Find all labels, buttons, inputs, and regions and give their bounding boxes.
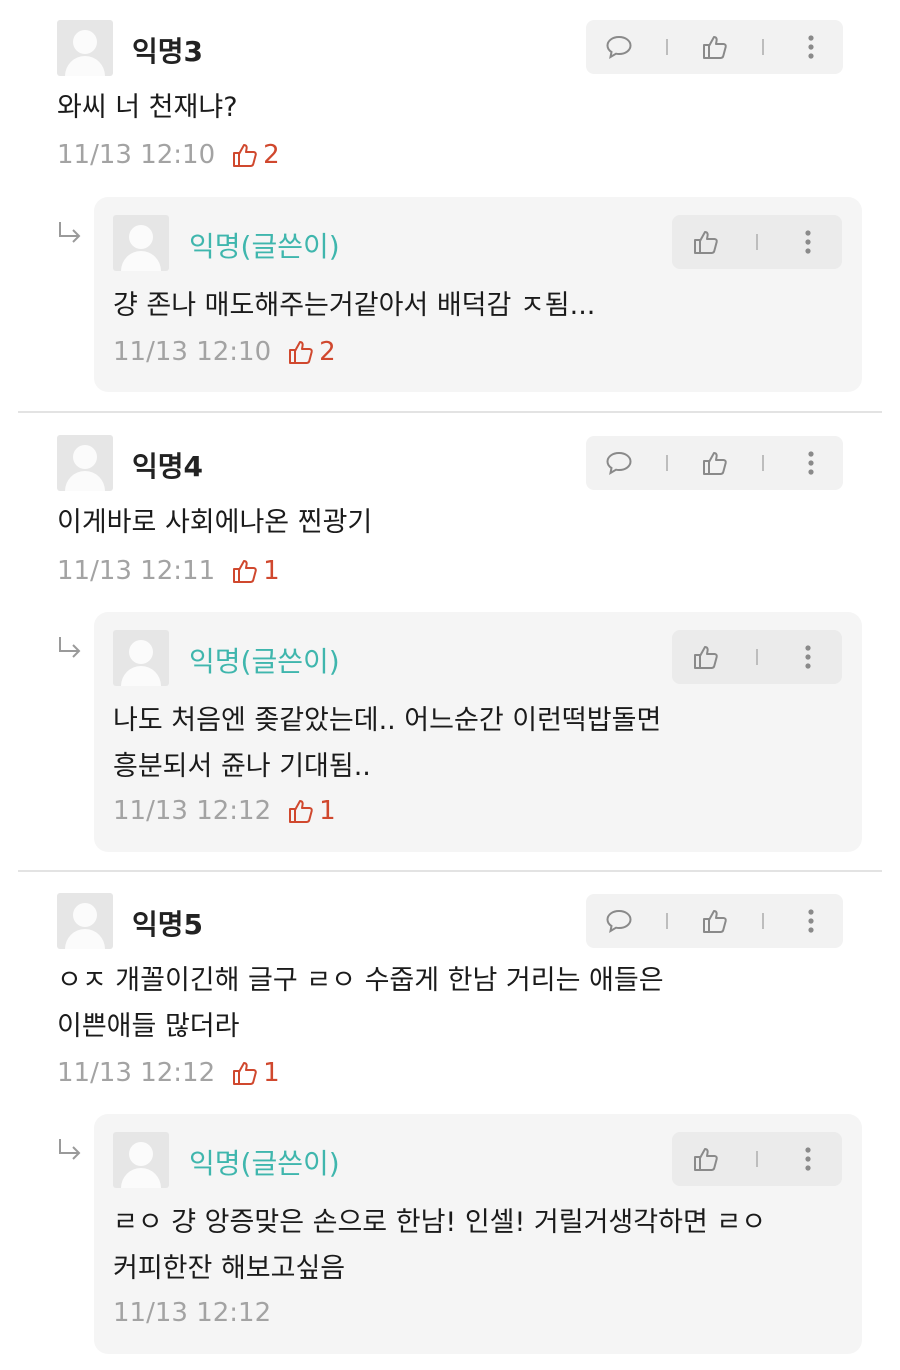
thumbs-up-icon[interactable] [697,445,733,481]
divider [761,913,764,929]
reply-text: 나도 처음엔 좆같았는데.. 어느순간 이런떡밥돌면 흥분되서 쥰나 기대됨.. [113,705,662,782]
avatar[interactable] [113,1132,169,1188]
comment-text: 이게바로 사회에나온 찐광기 [57,507,373,538]
vertical-dots-icon[interactable] [793,29,829,65]
thumbs-up-icon[interactable] [688,639,724,675]
thumbs-up-icon [233,144,257,167]
like-count: 1 [287,796,336,826]
reply-actions [672,1132,842,1186]
reply-author[interactable]: 익명(글쓴이) [189,640,340,680]
like-number: 1 [319,796,336,826]
reply-arrow-icon [59,637,81,658]
reply-text: ㄹㅇ 걍 앙증맞은 손으로 한남! 인셀! 거릴거생각하면 ㄹㅇ 커피한잔 해보… [113,1207,767,1284]
like-number: 2 [319,337,336,367]
vertical-dots-icon[interactable] [793,445,829,481]
like-count: 2 [287,337,336,367]
divider [761,39,764,55]
divider [756,1151,758,1167]
vertical-dots-icon[interactable] [793,903,829,939]
reply-text: 걍 존나 매도해주는거같아서 배덕감 ㅈ됨... [113,290,596,321]
vertical-dots-icon[interactable] [790,639,826,675]
thread-divider [18,411,882,413]
comment-meta: 11/13 12:10 2 [57,140,280,170]
reply-arrow-icon [59,222,81,243]
reply-actions [672,215,842,269]
reply-box: 익명(글쓴이) ㄹㅇ 걍 앙증맞은 손으로 한남! 인셀! 거릴거생각하면 ㄹㅇ… [94,1114,862,1354]
divider [756,649,758,665]
avatar[interactable] [57,435,113,491]
like-count: 2 [231,140,280,170]
reply-arrow-icon [59,1139,81,1160]
reply-actions [672,630,842,684]
comment-meta: 11/13 12:12 1 [57,1058,280,1088]
comment-actions [586,436,843,490]
divider [756,234,758,250]
reply-time: 11/13 12:12 [113,1298,272,1328]
reply-box: 익명(글쓴이) 나도 처음엔 좆같았는데.. 어느순간 이런떡밥돌면 흥분되서 … [94,612,862,852]
thumbs-up-icon [289,341,313,364]
comment-author[interactable]: 익명3 [132,30,203,70]
thumbs-up-icon[interactable] [697,903,733,939]
like-number: 2 [263,140,280,170]
thumbs-up-icon[interactable] [688,1141,724,1177]
comment-author[interactable]: 익명5 [132,903,203,943]
like-number: 1 [263,556,280,586]
like-count: 1 [231,556,280,586]
comment-time: 11/13 12:11 [57,556,216,586]
comment-meta: 11/13 12:11 1 [57,556,280,586]
reply-meta: 11/13 12:12 [113,1298,271,1328]
comment-time: 11/13 12:10 [57,140,216,170]
divider [761,455,764,471]
thread-divider [18,870,882,872]
reply-box: 익명(글쓴이) 걍 존나 매도해주는거같아서 배덕감 ㅈ됨... 11/13 1… [94,197,862,392]
reply-author[interactable]: 익명(글쓴이) [189,225,340,265]
reply-comment-icon[interactable] [601,445,637,481]
reply-author[interactable]: 익명(글쓴이) [189,1142,340,1182]
divider [665,39,668,55]
comment-author[interactable]: 익명4 [132,445,203,485]
thumbs-up-icon [233,1062,257,1085]
avatar[interactable] [57,893,113,949]
thumbs-up-icon [233,560,257,583]
thumbs-up-icon [289,800,313,823]
like-count: 1 [231,1058,280,1088]
vertical-dots-icon[interactable] [790,1141,826,1177]
vertical-dots-icon[interactable] [790,224,826,260]
like-number: 1 [263,1058,280,1088]
thumbs-up-icon[interactable] [697,29,733,65]
reply-comment-icon[interactable] [601,903,637,939]
comment-text: ㅇㅈ 개꼴이긴해 글구 ㄹㅇ 수줍게 한남 거리는 애들은 이쁜애들 많더라 [57,965,664,1042]
divider [665,913,668,929]
reply-time: 11/13 12:12 [113,796,272,826]
avatar[interactable] [113,630,169,686]
comment-actions [586,20,843,74]
comment-time: 11/13 12:12 [57,1058,216,1088]
thumbs-up-icon[interactable] [688,224,724,260]
avatar[interactable] [57,20,113,76]
avatar[interactable] [113,215,169,271]
reply-meta: 11/13 12:12 1 [113,796,336,826]
comment-text: 와씨 너 천재냐? [57,92,238,123]
reply-meta: 11/13 12:10 2 [113,337,336,367]
comment-actions [586,894,843,948]
divider [665,455,668,471]
reply-comment-icon[interactable] [601,29,637,65]
reply-time: 11/13 12:10 [113,337,272,367]
